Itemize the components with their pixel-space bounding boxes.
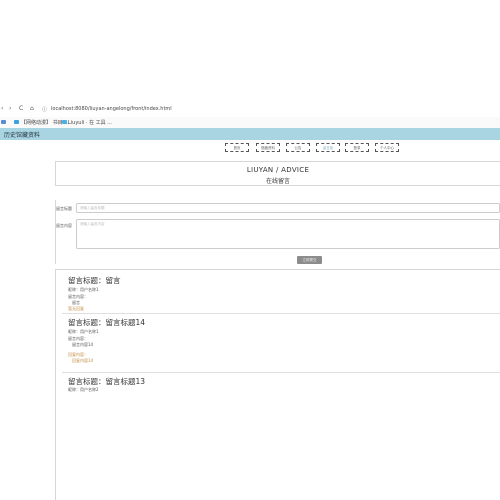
nav-item-login[interactable]: 登录 [345, 143, 369, 152]
nav-item-notice[interactable]: 公告 [286, 143, 310, 152]
message-title: 留言标题：留言 [68, 276, 121, 285]
title-input[interactable]: 请输入留言标题 [76, 203, 500, 213]
message-content: 留言内容14 [72, 342, 94, 347]
page-title-card: LIUYAN / ADVICE 在线留言 [55, 161, 500, 186]
message-reply: 暂无回复 [68, 306, 84, 311]
address-bar: ‹ › C ⌂ ⓘ localhost:8080/liuyan-angelong… [0, 103, 500, 117]
apps-icon[interactable] [1, 120, 6, 124]
divider [62, 313, 500, 314]
home-icon[interactable]: ⌂ [30, 105, 34, 112]
bookmark-item[interactable]: Liuyuli · 在 工具 ... [68, 119, 112, 126]
bookmark-icon [14, 120, 19, 124]
title-input-placeholder: 请输入留言标题 [80, 206, 105, 210]
message-user: 昵称：用户名称1 [68, 329, 99, 334]
title-field-label: 留言标题 [56, 206, 72, 211]
content-textarea[interactable]: 请输入留言内容 [76, 219, 500, 249]
divider [62, 372, 500, 373]
info-icon[interactable]: ⓘ [42, 106, 47, 113]
message-title: 留言标题：留言标题13 [68, 377, 146, 386]
site-header: 历史馆藏资料 [0, 128, 500, 140]
message-reply: 回复内容14 [72, 358, 94, 363]
content-textarea-placeholder: 请输入留言内容 [80, 222, 105, 226]
nav-item-messages[interactable]: 留言板 [316, 143, 340, 152]
message-user: 昵称：用户名称1 [68, 287, 99, 292]
page-title-cn: 在线留言 [265, 178, 290, 185]
nav-item-home[interactable]: 首页 [225, 143, 249, 152]
bookmarks-bar: 【网络动漫】 书目 ... Liuyuli · 在 工具 ... [0, 117, 500, 128]
bookmark-icon [62, 120, 67, 124]
forward-icon[interactable]: › [9, 105, 11, 112]
submit-button[interactable]: 立即提交 [297, 256, 322, 264]
nav-item-collection[interactable]: 馆藏资料 [256, 143, 280, 152]
back-icon[interactable]: ‹ [1, 105, 3, 112]
page-title-en: LIUYAN / ADVICE [246, 166, 310, 174]
reload-icon[interactable]: C [19, 105, 23, 112]
message-title: 留言标题：留言标题14 [68, 318, 146, 327]
url-field[interactable]: localhost:8080/liuyan-angelong/front/ind… [51, 106, 172, 112]
nav-item-profile[interactable]: 个人中心 [375, 143, 399, 152]
site-title[interactable]: 历史馆藏资料 [4, 130, 40, 139]
content-field-label: 留言内容 [56, 223, 72, 228]
message-user: 昵称：用户名称2 [68, 387, 99, 392]
